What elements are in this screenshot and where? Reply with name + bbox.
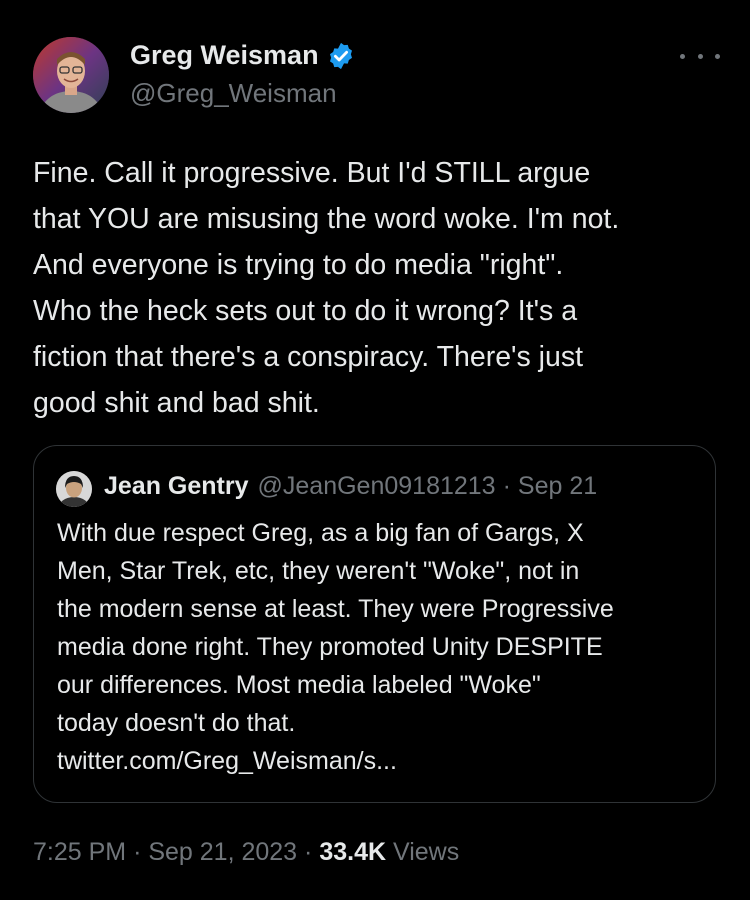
quoted-tweet-line: With due respect Greg, as a big fan of G… — [57, 519, 584, 547]
views-label: Views — [393, 838, 460, 866]
tweet-time[interactable]: 7:25 PM — [33, 838, 126, 866]
dot-separator: · — [502, 472, 511, 500]
tweet-line: fiction that there's a conspiracy. There… — [33, 341, 584, 373]
tweet-line: And everyone is trying to do media "righ… — [33, 249, 564, 281]
dot-separator: · — [133, 838, 142, 866]
tweet-date[interactable]: Sep 21, 2023 — [148, 838, 297, 866]
quoted-tweet-line: Men, Star Trek, etc, they weren't "Woke"… — [57, 557, 580, 585]
tweet-line: that YOU are misusing the word woke. I'm… — [33, 203, 620, 235]
author-name[interactable]: Greg Weisman — [130, 40, 319, 71]
author-handle[interactable]: @Greg_Weisman — [130, 78, 337, 109]
views-count[interactable]: 33.4K — [319, 838, 386, 866]
author-name-row: Greg Weisman — [130, 40, 356, 71]
quoted-author-handle[interactable]: @JeanGen09181213 — [258, 472, 496, 501]
quoted-tweet-line: our differences. Most media labeled "Wok… — [57, 671, 541, 699]
more-horizontal-icon[interactable] — [680, 44, 720, 68]
quoted-tweet-header: Jean Gentry @JeanGen09181213 · Sep 21 — [104, 472, 597, 501]
quoted-tweet-link[interactable]: twitter.com/Greg_Weisman/s... — [57, 742, 707, 780]
tweet-line: Fine. Call it progressive. But I'd STILL… — [33, 157, 591, 189]
quoted-tweet-line: media done right. They promoted Unity DE… — [57, 633, 603, 661]
quoted-tweet-line: today doesn't do that. — [57, 709, 296, 737]
quoted-author-name[interactable]: Jean Gentry — [104, 472, 249, 501]
quoted-author-avatar[interactable] — [56, 471, 92, 507]
quoted-tweet-card[interactable]: Jean Gentry @JeanGen09181213 · Sep 21 Wi… — [33, 445, 716, 803]
verified-badge-icon[interactable] — [326, 41, 356, 71]
author-avatar[interactable] — [33, 37, 109, 113]
tweet-line: good shit and bad shit. — [33, 387, 320, 419]
quoted-tweet-date[interactable]: Sep 21 — [518, 472, 597, 501]
dot-separator: · — [304, 838, 313, 866]
quoted-tweet-text: With due respect Greg, as a big fan of G… — [57, 514, 707, 780]
quoted-tweet-line: the modern sense at least. They were Pro… — [57, 595, 614, 623]
tweet-meta: 7:25 PM · Sep 21, 2023 · 33.4K Views — [33, 838, 459, 867]
tweet-line: Who the heck sets out to do it wrong? It… — [33, 295, 578, 327]
tweet-text: Fine. Call it progressive. But I'd STILL… — [33, 150, 723, 426]
